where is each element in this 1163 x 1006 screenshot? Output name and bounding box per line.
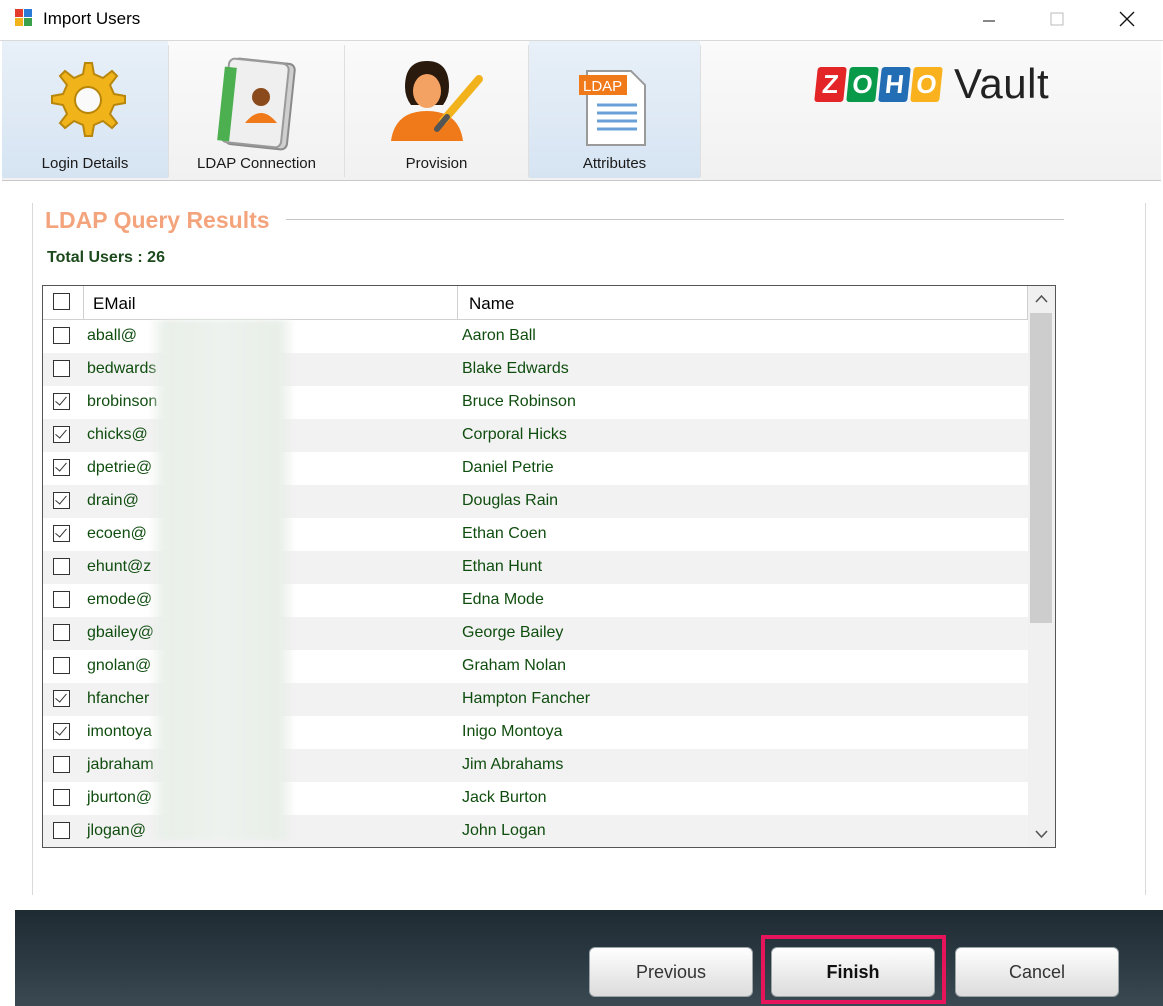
row-checkbox[interactable] bbox=[53, 558, 70, 575]
column-header-name[interactable]: Name bbox=[469, 294, 514, 314]
gear-icon bbox=[44, 57, 126, 144]
app-icon bbox=[15, 9, 33, 27]
email-cell: chicks@ bbox=[87, 426, 148, 443]
name-cell: Ethan Coen bbox=[462, 525, 547, 542]
row-checkbox[interactable] bbox=[53, 525, 70, 542]
row-checkbox[interactable] bbox=[53, 822, 70, 839]
logo-letter: O bbox=[910, 66, 943, 102]
tab-login-details[interactable]: Login Details bbox=[2, 41, 168, 178]
zoho-vault-logo: Z O H O Vault bbox=[814, 59, 1050, 109]
name-cell: Edna Mode bbox=[462, 591, 544, 608]
row-checkbox[interactable] bbox=[53, 756, 70, 773]
name-cell: Inigo Montoya bbox=[462, 723, 563, 740]
tab-provision[interactable]: Provision bbox=[345, 41, 528, 178]
column-header-email[interactable]: EMail bbox=[93, 294, 136, 314]
row-checkbox[interactable] bbox=[53, 492, 70, 509]
redacted-overlay bbox=[148, 320, 296, 840]
row-checkbox[interactable] bbox=[53, 393, 70, 410]
svg-text:LDAP: LDAP bbox=[583, 78, 622, 95]
select-all-checkbox[interactable] bbox=[53, 293, 70, 310]
group-title: LDAP Query Results bbox=[45, 207, 270, 233]
name-cell: Hampton Fancher bbox=[462, 690, 591, 707]
scroll-thumb[interactable] bbox=[1030, 313, 1052, 623]
tab-label: LDAP Connection bbox=[197, 155, 316, 172]
name-cell: Corporal Hicks bbox=[462, 426, 567, 443]
grid-header: EMail Name bbox=[43, 286, 1028, 320]
logo-letter: O bbox=[846, 66, 879, 102]
name-cell: Jack Burton bbox=[462, 789, 547, 806]
email-cell: drain@ bbox=[87, 492, 139, 509]
row-checkbox[interactable] bbox=[53, 426, 70, 443]
row-checkbox[interactable] bbox=[53, 657, 70, 674]
email-cell: dpetrie@ bbox=[87, 459, 153, 476]
email-cell: gnolan@ bbox=[87, 657, 152, 674]
email-cell: aball@ bbox=[87, 327, 138, 344]
name-cell: John Logan bbox=[462, 822, 546, 839]
previous-button[interactable]: Previous bbox=[589, 947, 753, 997]
tab-label: Login Details bbox=[41, 155, 129, 172]
finish-highlight bbox=[761, 935, 946, 1004]
email-cell: ecoen@ bbox=[87, 525, 147, 542]
row-checkbox[interactable] bbox=[53, 591, 70, 608]
logo-letter: Z bbox=[814, 66, 847, 102]
group-divider bbox=[286, 219, 1064, 220]
ldap-document-icon: LDAP bbox=[575, 67, 655, 152]
address-book-icon bbox=[215, 57, 299, 158]
tab-ldap-connection[interactable]: LDAP Connection bbox=[169, 41, 344, 178]
tab-label: Attributes bbox=[582, 155, 647, 172]
name-cell: George Bailey bbox=[462, 624, 564, 641]
email-cell: emode@ bbox=[87, 591, 153, 608]
scroll-up-icon[interactable] bbox=[1028, 286, 1055, 312]
email-cell: hfancher bbox=[87, 690, 150, 707]
vertical-scrollbar[interactable] bbox=[1028, 286, 1055, 847]
row-checkbox[interactable] bbox=[53, 789, 70, 806]
name-cell: Bruce Robinson bbox=[462, 393, 576, 410]
name-cell: Aaron Ball bbox=[462, 327, 536, 344]
logo-product-name: Vault bbox=[954, 60, 1050, 107]
email-cell: imontoya bbox=[87, 723, 152, 740]
name-cell: Daniel Petrie bbox=[462, 459, 554, 476]
close-icon[interactable] bbox=[1104, 0, 1150, 38]
row-checkbox[interactable] bbox=[53, 624, 70, 641]
main-panel: LDAP Query Results Total Users : 26 EMai… bbox=[0, 181, 1163, 908]
email-cell: bedwards bbox=[87, 360, 157, 377]
name-cell: Ethan Hunt bbox=[462, 558, 543, 575]
user-wrench-icon bbox=[385, 57, 489, 146]
row-checkbox[interactable] bbox=[53, 723, 70, 740]
scroll-down-icon[interactable] bbox=[1028, 821, 1055, 847]
select-all-cell bbox=[43, 286, 84, 319]
name-cell: Graham Nolan bbox=[462, 657, 567, 674]
email-cell: jlogan@ bbox=[87, 822, 146, 839]
minimize-icon[interactable] bbox=[966, 0, 1012, 38]
email-cell: gbailey@ bbox=[87, 624, 154, 641]
name-cell: Douglas Rain bbox=[462, 492, 559, 509]
wizard-toolbar: Login Details LDAP Connection Provision … bbox=[2, 41, 1161, 181]
name-cell: Jim Abrahams bbox=[462, 756, 564, 773]
tab-label: Provision bbox=[405, 155, 468, 172]
row-checkbox[interactable] bbox=[53, 459, 70, 476]
row-checkbox[interactable] bbox=[53, 690, 70, 707]
cancel-button[interactable]: Cancel bbox=[955, 947, 1119, 997]
maximize-icon[interactable] bbox=[1034, 0, 1080, 38]
tab-attributes[interactable]: LDAP Attributes bbox=[529, 41, 700, 178]
footer-bar: Previous Finish Cancel bbox=[15, 910, 1163, 1006]
users-grid: EMail Name aball@ Aaron Ball bedwards Blake… bbox=[42, 285, 1056, 848]
window-title: Import Users bbox=[43, 9, 141, 28]
row-checkbox[interactable] bbox=[53, 360, 70, 377]
email-cell: ehunt@z bbox=[87, 558, 152, 575]
row-checkbox[interactable] bbox=[53, 327, 70, 344]
email-cell: brobinson bbox=[87, 393, 158, 410]
email-cell: jburton@ bbox=[87, 789, 153, 806]
name-cell: Blake Edwards bbox=[462, 360, 569, 377]
title-bar: Import Users bbox=[0, 0, 1163, 41]
total-users: Total Users : 26 bbox=[47, 249, 165, 266]
logo-letter: H bbox=[878, 66, 911, 102]
email-cell: jabraham bbox=[87, 756, 154, 773]
